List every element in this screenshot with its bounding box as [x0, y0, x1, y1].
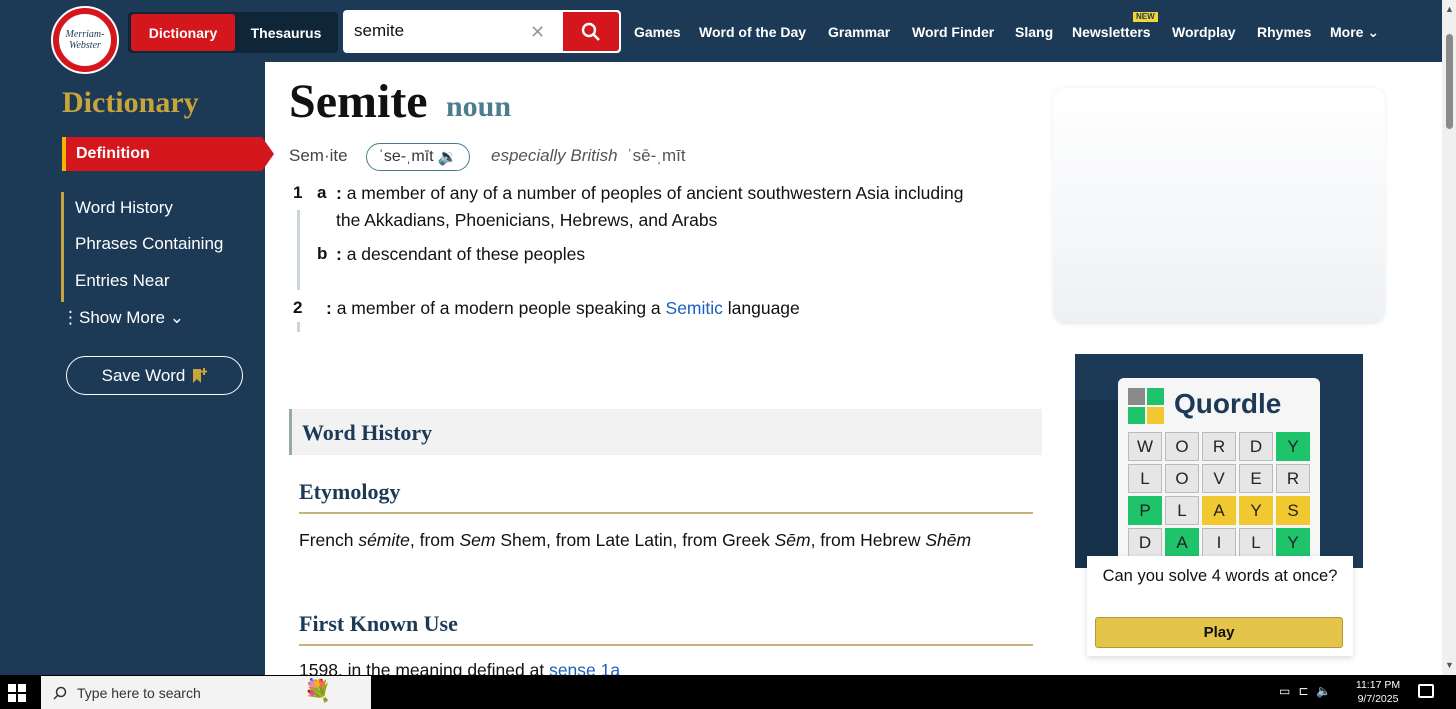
quordle-cell: Y	[1239, 496, 1273, 525]
network-icon[interactable]: ⊏	[1298, 684, 1308, 698]
scroll-down-arrow-icon[interactable]: ▼	[1445, 660, 1454, 670]
search-button[interactable]	[563, 12, 619, 51]
sense-rule	[297, 322, 300, 332]
definition-2: : a member of a modern people speaking a…	[326, 298, 800, 318]
quordle-logo-icon	[1128, 388, 1164, 424]
clear-search-icon[interactable]: ✕	[530, 22, 545, 42]
quordle-play-button[interactable]: Play	[1095, 617, 1343, 648]
part-of-speech[interactable]: noun	[446, 90, 511, 124]
nav-grammar[interactable]: Grammar	[828, 24, 890, 40]
quordle-cell: S	[1276, 496, 1310, 525]
logo-text-line2: Webster	[69, 40, 101, 51]
search-input[interactable]	[354, 14, 534, 48]
etymology-title: Etymology	[299, 479, 401, 504]
windows-start-icon[interactable]	[8, 684, 26, 702]
quordle-grid: WORDYLOVERPLAYSDAILY	[1128, 432, 1310, 557]
merriam-webster-logo[interactable]: Merriam- Webster	[51, 6, 119, 74]
first-known-use-divider	[299, 644, 1033, 646]
speaker-icon: 🔉	[437, 149, 458, 166]
quordle-cell: O	[1165, 432, 1199, 461]
taskbar-widget-icon[interactable]: 💐	[304, 678, 331, 704]
quordle-cell: I	[1202, 528, 1236, 557]
first-known-use-title: First Known Use	[299, 611, 458, 636]
quordle-cell: A	[1202, 496, 1236, 525]
scrollbar-thumb[interactable]	[1446, 34, 1453, 129]
sense-rule	[297, 210, 300, 290]
scroll-up-arrow-icon[interactable]: ▲	[1445, 4, 1454, 14]
quordle-cell: D	[1128, 528, 1162, 557]
headword: Semite	[289, 75, 428, 128]
nav-word-of-the-day[interactable]: Word of the Day	[699, 24, 806, 40]
quordle-cell: Y	[1276, 432, 1310, 461]
sidebar-item-entries-near[interactable]: Entries Near	[75, 271, 169, 291]
definition-1a: : a member of any of a number of peoples…	[336, 183, 964, 230]
quordle-cell: V	[1202, 464, 1236, 493]
pronunciation-button[interactable]: ˈse-ˌmīt 🔉	[366, 143, 470, 171]
quordle-cell: P	[1128, 496, 1162, 525]
link-semitic[interactable]: Semitic	[666, 298, 723, 318]
sidebar-item-definition[interactable]: Definition	[62, 137, 262, 171]
tab-dictionary[interactable]: Dictionary	[131, 14, 235, 51]
quordle-caption: Can you solve 4 words at once?	[1102, 567, 1338, 585]
quordle-cell: L	[1128, 464, 1162, 493]
british-label: especially British	[491, 146, 618, 165]
sidebar-list-rule	[61, 192, 64, 302]
quordle-cell: A	[1165, 528, 1199, 557]
quordle-cell: D	[1239, 432, 1273, 461]
chevron-down-icon: ⌄	[1367, 24, 1380, 40]
sense-letter-b: b	[317, 244, 328, 263]
ad-placeholder	[1053, 88, 1385, 324]
quordle-cell: R	[1276, 464, 1310, 493]
taskbar-clock[interactable]: 11:17 PM 9/7/2025	[1350, 678, 1406, 706]
system-tray-icons[interactable]: ▭ ⊏ 🔈	[1279, 684, 1331, 698]
battery-icon[interactable]: ▭	[1279, 684, 1290, 698]
sense-number-1: 1	[293, 183, 303, 202]
british-pronunciation: ˈsē-ˌmīt	[627, 146, 686, 165]
sidebar-show-more[interactable]: ⋮Show More ⌄	[62, 308, 184, 328]
logo-text-line1: Merriam-	[65, 29, 105, 40]
chevron-down-icon: ⌄	[164, 308, 184, 327]
quordle-cell: L	[1239, 528, 1273, 557]
quordle-cell: O	[1165, 464, 1199, 493]
nav-newsletters[interactable]: Newsletters	[1072, 24, 1151, 40]
active-indicator-arrow	[262, 137, 274, 171]
search-icon	[53, 686, 67, 700]
nav-games[interactable]: Games	[634, 24, 681, 40]
search-icon	[581, 22, 600, 41]
definition-1b: : a descendant of these peoples	[336, 244, 586, 264]
nav-slang[interactable]: Slang	[1015, 24, 1053, 40]
tab-thesaurus[interactable]: Thesaurus	[236, 14, 336, 51]
nav-wordplay[interactable]: Wordplay	[1172, 24, 1236, 40]
nav-word-finder[interactable]: Word Finder	[912, 24, 994, 40]
save-word-button[interactable]: Save Word	[66, 356, 243, 395]
hyphenation: Sem·ite	[289, 146, 348, 165]
etymology-text: French sémite, from Sem Shem, from Late …	[299, 530, 972, 550]
sidebar-item-word-history[interactable]: Word History	[75, 198, 173, 218]
sidebar-item-phrases-containing[interactable]: Phrases Containing	[75, 234, 223, 254]
word-history-title: Word History	[302, 420, 433, 445]
volume-icon[interactable]: 🔈	[1316, 684, 1331, 698]
nav-rhymes[interactable]: Rhymes	[1257, 24, 1311, 40]
etymology-divider	[299, 512, 1033, 514]
new-badge: NEW	[1133, 12, 1158, 22]
quordle-cell: W	[1128, 432, 1162, 461]
quordle-cell: R	[1202, 432, 1236, 461]
sense-number-2: 2	[293, 298, 303, 317]
sense-letter-a: a	[317, 183, 327, 202]
quordle-cell: Y	[1276, 528, 1310, 557]
sidebar-title: Dictionary	[62, 86, 199, 119]
nav-more[interactable]: More ⌄	[1330, 24, 1379, 41]
notification-icon[interactable]	[1418, 684, 1434, 698]
bookmark-plus-icon	[193, 367, 208, 383]
quordle-cell: L	[1165, 496, 1199, 525]
quordle-title: Quordle	[1174, 388, 1282, 419]
quordle-cell: E	[1239, 464, 1273, 493]
